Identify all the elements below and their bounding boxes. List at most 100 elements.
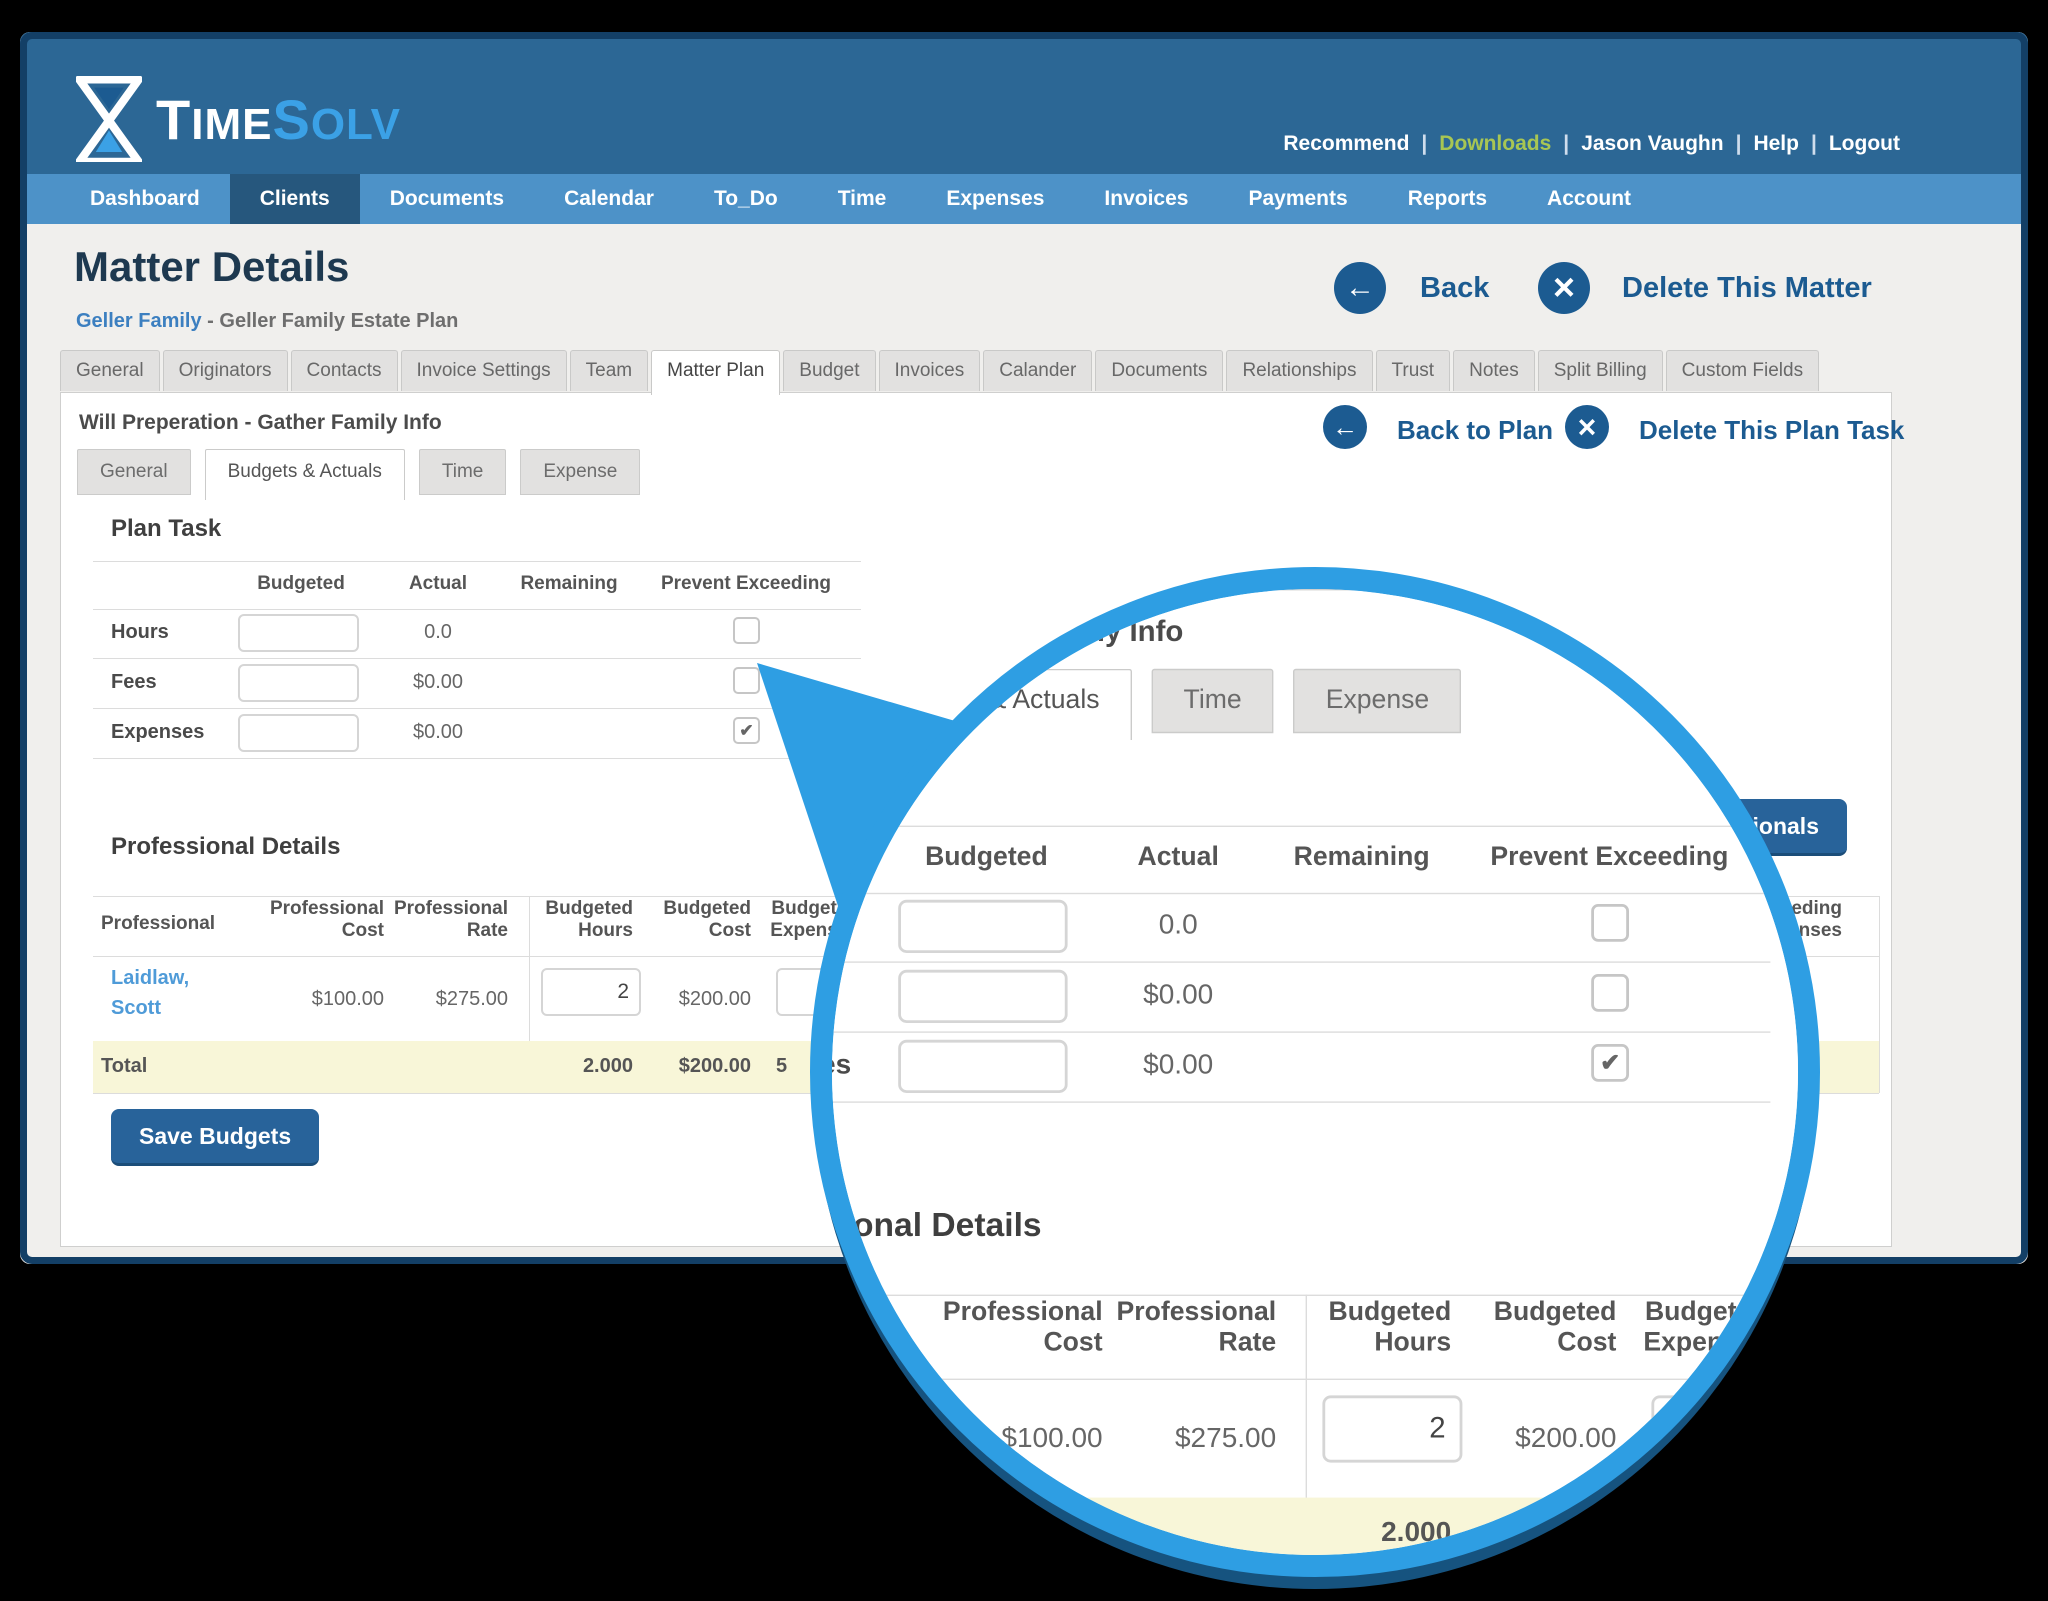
tab-originators[interactable]: Originators	[163, 350, 288, 391]
plan-task-breadcrumb: Will Preperation - Gather Family Info	[810, 616, 1183, 650]
subtab-time[interactable]: Time	[1151, 669, 1274, 733]
tab-invoice-settings[interactable]: Invoice Settings	[401, 350, 567, 391]
nav-documents[interactable]: Documents	[360, 174, 534, 224]
save-budgets-button[interactable]: Save Budgets	[111, 1109, 319, 1166]
prevent-exceeding-hours-checkbox[interactable]	[1591, 904, 1629, 942]
tab-invoices[interactable]: Invoices	[879, 350, 981, 391]
divider	[810, 893, 1770, 894]
link-downloads[interactable]: Downloads	[1439, 132, 1551, 155]
professional-budgeted-hours-field[interactable]	[541, 968, 641, 1016]
subtab-time[interactable]: Time	[419, 449, 507, 495]
nav-reports[interactable]: Reports	[1378, 174, 1517, 224]
nav-calendar[interactable]: Calendar	[534, 174, 684, 224]
subtab-budgets-actuals[interactable]: Budgets & Actuals	[205, 449, 405, 500]
delete-plan-task-button[interactable]: Delete This Plan Task	[1639, 415, 1904, 446]
budgeted-hours-field[interactable]	[898, 900, 1067, 953]
budgeted-fees-field[interactable]	[898, 970, 1067, 1023]
link-user-name[interactable]: Jason Vaughn	[1581, 132, 1723, 155]
tab-custom-fields[interactable]: Custom Fields	[1666, 350, 1819, 391]
prevent-exceeding-expenses-checkbox[interactable]: ✔	[1591, 1044, 1629, 1082]
tab-documents[interactable]: Documents	[1095, 350, 1223, 391]
row-label-hours: Hours	[111, 621, 169, 644]
link-separator: |	[1724, 132, 1754, 155]
subtab-expense[interactable]: Expense	[520, 449, 640, 495]
prevent-exceeding-hours-checkbox[interactable]	[733, 617, 760, 644]
prevent-exceeding-fees-checkbox[interactable]	[733, 667, 760, 694]
breadcrumb-client-link[interactable]: Geller Family	[76, 310, 202, 332]
tab-contacts[interactable]: Contacts	[291, 350, 398, 391]
row-label-expenses: Expenses	[111, 721, 204, 744]
tab-split-billing[interactable]: Split Billing	[1538, 350, 1663, 391]
plan-task-breadcrumb: Will Preperation - Gather Family Info	[79, 411, 442, 435]
back-button-icon[interactable]: ←	[1334, 262, 1386, 314]
total-label: Total	[101, 1055, 147, 1078]
nav-todo[interactable]: To_Do	[684, 174, 808, 224]
app-header: TIMESOLV Recommend|Downloads|Jason Vaugh…	[20, 32, 2028, 174]
total-budgeted-expenses-partial: 5	[1651, 1517, 1667, 1549]
professional-budgeted-cost-value: $200.00	[679, 988, 751, 1011]
total-budgeted-hours: 2.000	[583, 1055, 633, 1078]
tab-general[interactable]: General	[60, 350, 160, 391]
delete-plan-task-icon[interactable]: ×	[1565, 405, 1609, 449]
professional-rate-value: $275.00	[1175, 1423, 1276, 1455]
col-budgeted-hours: Budgeted Hours	[533, 898, 633, 942]
logo-time-part: IME	[191, 100, 272, 149]
breadcrumb-matter-name: Geller Family Estate Plan	[219, 310, 458, 332]
total-budgeted-cost: $200.00	[679, 1055, 751, 1078]
tab-trust[interactable]: Trust	[1376, 350, 1451, 391]
divider	[810, 1295, 1820, 1296]
nav-invoices[interactable]: Invoices	[1074, 174, 1218, 224]
col-remaining: Remaining	[1294, 842, 1430, 873]
budgeted-expenses-field[interactable]	[238, 714, 359, 752]
nav-dashboard[interactable]: Dashboard	[60, 174, 230, 224]
link-recommend[interactable]: Recommend	[1283, 132, 1409, 155]
link-separator: |	[1799, 132, 1829, 155]
tab-budget[interactable]: Budget	[783, 350, 875, 391]
col-budgeted-hours: Budgeted Hours	[1311, 1297, 1451, 1359]
col-budgeted-cost: Budgeted Cost	[1476, 1297, 1616, 1359]
col-professional: Professional	[810, 1318, 866, 1349]
col-remaining: Remaining	[520, 573, 617, 595]
actual-expenses-value: $0.00	[1143, 1050, 1213, 1082]
nav-account[interactable]: Account	[1517, 174, 1661, 224]
subtab-budgets-actuals[interactable]: Budgets & Actuals	[851, 669, 1131, 740]
tab-notes[interactable]: Notes	[1453, 350, 1535, 391]
nav-clients[interactable]: Clients	[230, 174, 360, 224]
plan-task-title: Plan Task	[111, 515, 221, 543]
nav-payments[interactable]: Payments	[1218, 174, 1377, 224]
page-title: Matter Details	[74, 242, 349, 292]
professional-name-link[interactable]: Laidlaw,Scott	[810, 1388, 830, 1472]
back-to-plan-button[interactable]: Back to Plan	[1397, 415, 1553, 446]
professional-budgeted-cost-value: $200.00	[1515, 1423, 1616, 1455]
budgeted-hours-field[interactable]	[238, 614, 359, 652]
subtab-expense[interactable]: Expense	[1294, 669, 1462, 733]
col-budgeted-expenses: Budgeted Expenses	[1614, 1297, 1768, 1359]
divider	[93, 609, 861, 610]
tab-calander[interactable]: Calander	[983, 350, 1092, 391]
nav-time[interactable]: Time	[808, 174, 917, 224]
professional-details-title: Professional Details	[810, 1206, 1042, 1245]
subtab-general[interactable]: General	[77, 449, 191, 495]
tab-team[interactable]: Team	[570, 350, 648, 391]
nav-expenses[interactable]: Expenses	[916, 174, 1074, 224]
hourglass-icon	[76, 76, 156, 162]
plan-task-subtabs: General Budgets & Actuals Time Expense	[810, 669, 1481, 740]
delete-matter-icon[interactable]: ×	[1538, 262, 1590, 314]
professional-name-link[interactable]: Laidlaw,Scott	[111, 963, 189, 1023]
budgeted-expenses-field[interactable]	[898, 1040, 1067, 1093]
tab-relationships[interactable]: Relationships	[1226, 350, 1372, 391]
prevent-exceeding-fees-checkbox[interactable]	[1591, 974, 1629, 1012]
back-to-plan-icon[interactable]: ←	[1323, 405, 1367, 449]
professional-budgeted-hours-field[interactable]	[1322, 1395, 1462, 1462]
back-button[interactable]: Back	[1420, 272, 1489, 305]
link-help[interactable]: Help	[1753, 132, 1799, 155]
link-separator: |	[1551, 132, 1581, 155]
professional-budgeted-expenses-field[interactable]	[1651, 1395, 1791, 1462]
close-icon: ×	[1553, 267, 1575, 310]
budgeted-fees-field[interactable]	[238, 664, 359, 702]
delete-matter-button[interactable]: Delete This Matter	[1622, 272, 1872, 305]
link-logout[interactable]: Logout	[1829, 132, 1900, 155]
tab-matter-plan[interactable]: Matter Plan	[651, 350, 780, 395]
col-budgeted: Budgeted	[925, 842, 1048, 873]
prevent-exceeding-expenses-checkbox[interactable]: ✔	[733, 717, 760, 744]
